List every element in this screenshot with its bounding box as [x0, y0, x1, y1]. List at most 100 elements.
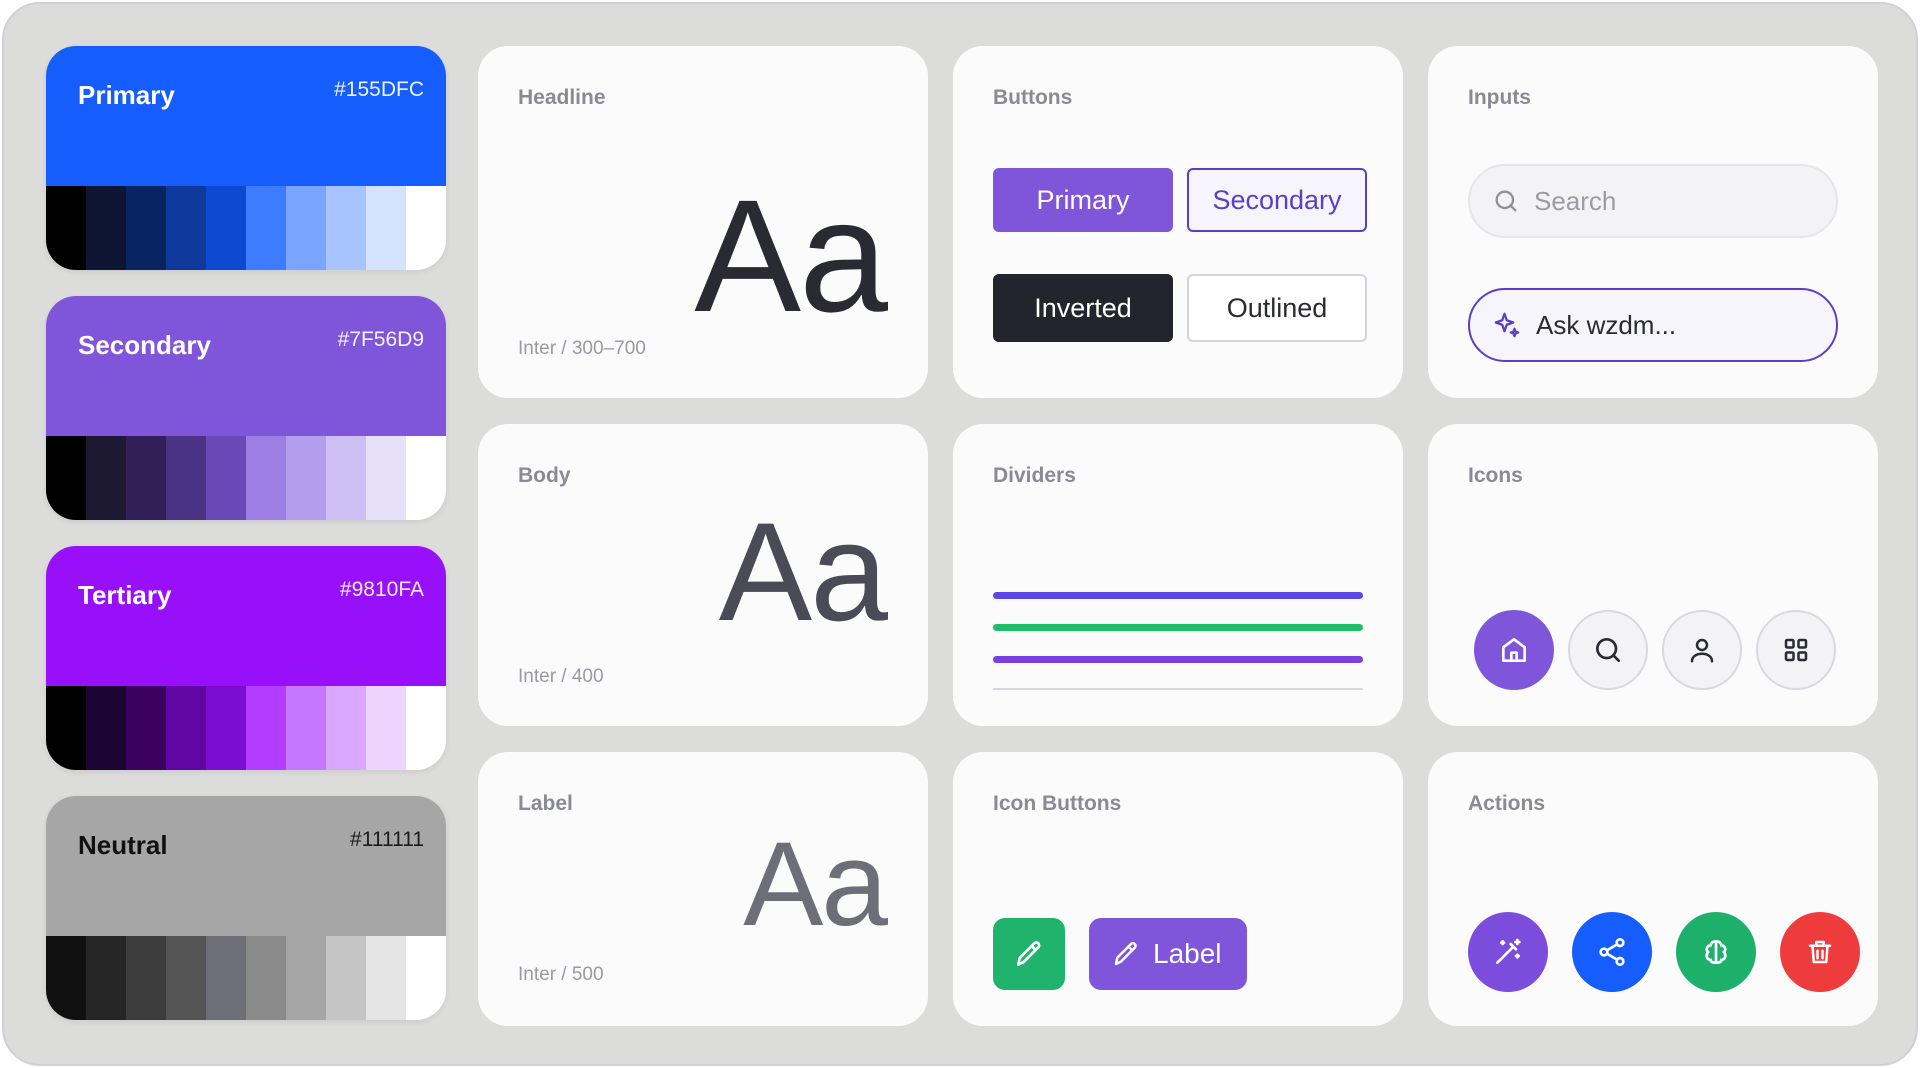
shade-swatch [86, 686, 126, 770]
inputs-card: Inputs Search Ask wzdm... [1428, 46, 1878, 398]
style-guide-canvas: Primary #155DFC Secondary #7F56D9 Tertia… [2, 2, 1918, 1066]
home-button[interactable] [1474, 610, 1554, 690]
divider-primary [993, 592, 1363, 599]
share-action-button[interactable] [1572, 912, 1652, 992]
pencil-icon [1114, 941, 1137, 966]
label-sample: Aa [743, 817, 888, 951]
palette-hex: #155DFC [334, 78, 424, 101]
shade-swatch [326, 686, 366, 770]
shade-swatch [366, 686, 406, 770]
palette-hex: #7F56D9 [337, 328, 424, 351]
search-icon [1596, 638, 1620, 662]
shade-swatch [286, 436, 326, 520]
card-title: Icon Buttons [993, 792, 1122, 815]
headline-sample: Aa [694, 166, 888, 345]
search-icon [1495, 190, 1517, 212]
pencil-icon [1017, 941, 1041, 966]
body-sample: Aa [718, 493, 888, 650]
palette-neutral[interactable]: Neutral #111111 [46, 796, 446, 1020]
shade-swatch [86, 936, 126, 1020]
ask-placeholder: Ask wzdm... [1536, 309, 1677, 340]
divider-success [993, 624, 1363, 631]
font-meta: Inter / 300–700 [518, 338, 646, 359]
card-title: Label [518, 792, 573, 815]
palette-name: Primary [78, 80, 175, 110]
shade-swatch [46, 186, 86, 270]
brain-action-button[interactable] [1676, 912, 1756, 992]
font-meta: Inter / 500 [518, 964, 604, 985]
shade-swatch [126, 186, 166, 270]
shade-swatch [86, 436, 126, 520]
shade-swatch [406, 436, 446, 520]
divider-secondary [993, 656, 1363, 663]
palette-shades [46, 686, 446, 770]
shade-swatch [326, 436, 366, 520]
card-title: Inputs [1468, 86, 1531, 109]
inverted-button[interactable]: Inverted [993, 274, 1173, 342]
shade-swatch [246, 436, 286, 520]
palette-shades [46, 186, 446, 270]
search-input[interactable]: Search [1468, 164, 1838, 238]
shade-swatch [166, 936, 206, 1020]
palette-base [46, 796, 446, 936]
headline-card: Headline Aa Inter / 300–700 [478, 46, 928, 398]
sparkle-icon [1494, 312, 1520, 338]
delete-action-button[interactable] [1780, 912, 1860, 992]
primary-button[interactable]: Primary [993, 168, 1173, 232]
palette-shades [46, 436, 446, 520]
divider-neutral [993, 688, 1363, 690]
label-icon-button[interactable]: Label [1089, 918, 1247, 990]
icon-buttons-card: Icon Buttons Label [953, 752, 1403, 1026]
shade-swatch [406, 686, 446, 770]
actions-card: Actions [1428, 752, 1878, 1026]
shade-swatch [366, 186, 406, 270]
palette-tertiary[interactable]: Tertiary #9810FA [46, 546, 446, 770]
magic-wand-icon [1496, 938, 1521, 964]
shade-swatch [406, 936, 446, 1020]
shade-swatch [326, 186, 366, 270]
shade-swatch [46, 686, 86, 770]
shade-swatch [166, 436, 206, 520]
card-title: Buttons [993, 86, 1073, 109]
edit-icon-button[interactable] [993, 918, 1065, 990]
shade-swatch [206, 186, 246, 270]
shade-swatch [46, 936, 86, 1020]
palette-name: Secondary [78, 330, 211, 360]
grid-button[interactable] [1756, 610, 1836, 690]
label-card: Label Aa Inter / 500 [478, 752, 928, 1026]
shade-swatch [206, 436, 246, 520]
shade-swatch [246, 186, 286, 270]
shade-swatch [286, 936, 326, 1020]
home-icon [1502, 638, 1526, 662]
share-icon [1599, 938, 1625, 966]
shade-swatch [206, 686, 246, 770]
shade-swatch [326, 936, 366, 1020]
dividers-card: Dividers [953, 424, 1403, 726]
palette-hex: #111111 [350, 828, 424, 851]
user-button[interactable] [1662, 610, 1742, 690]
palette-secondary[interactable]: Secondary #7F56D9 [46, 296, 446, 520]
shade-swatch [126, 686, 166, 770]
palette-primary[interactable]: Primary #155DFC [46, 46, 446, 270]
font-meta: Inter / 400 [518, 666, 604, 687]
shade-swatch [366, 436, 406, 520]
shade-swatch [246, 936, 286, 1020]
search-button[interactable] [1568, 610, 1648, 690]
shade-swatch [46, 436, 86, 520]
button-label: Label [1153, 938, 1222, 969]
palette-base [46, 546, 446, 686]
search-placeholder: Search [1534, 185, 1617, 216]
magic-action-button[interactable] [1468, 912, 1548, 992]
shade-swatch [246, 686, 286, 770]
shade-swatch [286, 186, 326, 270]
ask-input[interactable]: Ask wzdm... [1468, 288, 1838, 362]
secondary-button[interactable]: Secondary [1187, 168, 1367, 232]
icons-card: Icons [1428, 424, 1878, 726]
outlined-button[interactable]: Outlined [1187, 274, 1367, 342]
palette-base [46, 46, 446, 186]
shade-swatch [126, 936, 166, 1020]
grid-icon [1784, 638, 1808, 662]
brain-icon [1705, 940, 1727, 964]
shade-swatch [366, 936, 406, 1020]
trash-icon [1808, 940, 1832, 964]
